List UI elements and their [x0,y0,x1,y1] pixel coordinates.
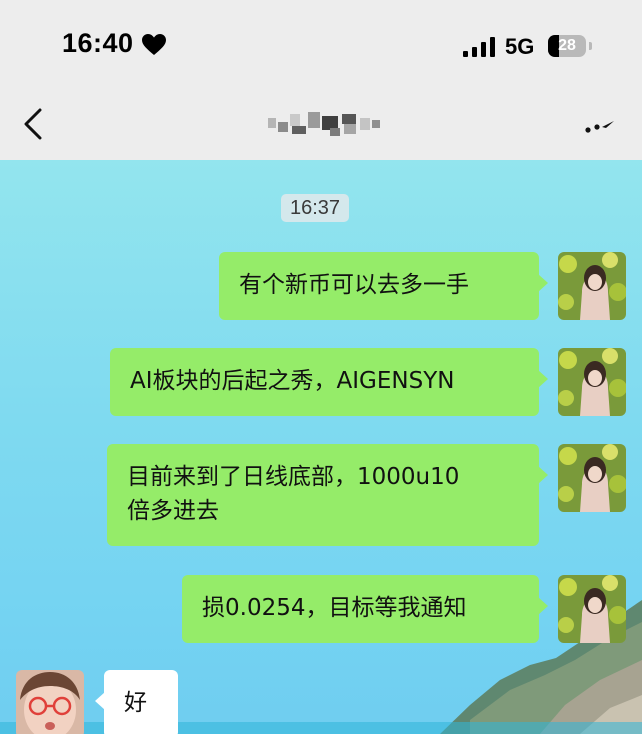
message-text: 损0.0254，目标等我通知 [202,595,467,621]
more-button[interactable] [580,112,620,142]
network-type: 5G [505,34,535,59]
outgoing-message-bubble[interactable]: 有个新币可以去多一手 [219,252,548,320]
my-avatar[interactable] [558,348,626,416]
heart-icon [142,34,166,55]
battery-tip [589,42,592,50]
avatar-photo [558,444,626,512]
message-text: AI板块的后起之秀，AIGENSYN [130,368,455,394]
avatar-photo [558,348,626,416]
signal-bars-icon [463,37,495,57]
incoming-message-bubble[interactable]: 好 [95,670,178,734]
outgoing-message-bubble[interactable]: 损0.0254，目标等我通知 [182,575,548,643]
avatar-photo [558,252,626,320]
avatar-photo [558,575,626,643]
outgoing-message-bubble[interactable]: AI板块的后起之秀，AIGENSYN [110,348,548,416]
back-button[interactable] [14,102,54,146]
chevron-left-icon [24,108,42,140]
top-bar: 16:40 5G 28 [0,0,642,160]
more-icon [585,121,614,133]
my-avatar[interactable] [558,575,626,643]
status-time: 16:40 [62,28,134,58]
battery-icon: 28 [548,35,586,57]
contact-avatar[interactable] [16,670,84,734]
my-avatar[interactable] [558,252,626,320]
message-text: 有个新币可以去多一手 [239,272,469,298]
chat-area[interactable]: 16:37 有个新币可以去多一手 AI板块的后起之秀，AIGENSYN 目前来到… [0,160,642,734]
chat-timestamp: 16:37 [281,194,350,222]
my-avatar[interactable] [558,444,626,512]
contact-name-obscured [268,108,388,138]
outgoing-message-bubble[interactable]: 目前来到了日线底部，1000u10 倍多进去 [107,444,548,546]
avatar-photo [16,670,84,734]
battery-level: 28 [558,37,576,54]
message-text: 目前来到了日线底部，1000u10 倍多进去 [127,464,460,524]
message-text: 好 [124,690,147,716]
